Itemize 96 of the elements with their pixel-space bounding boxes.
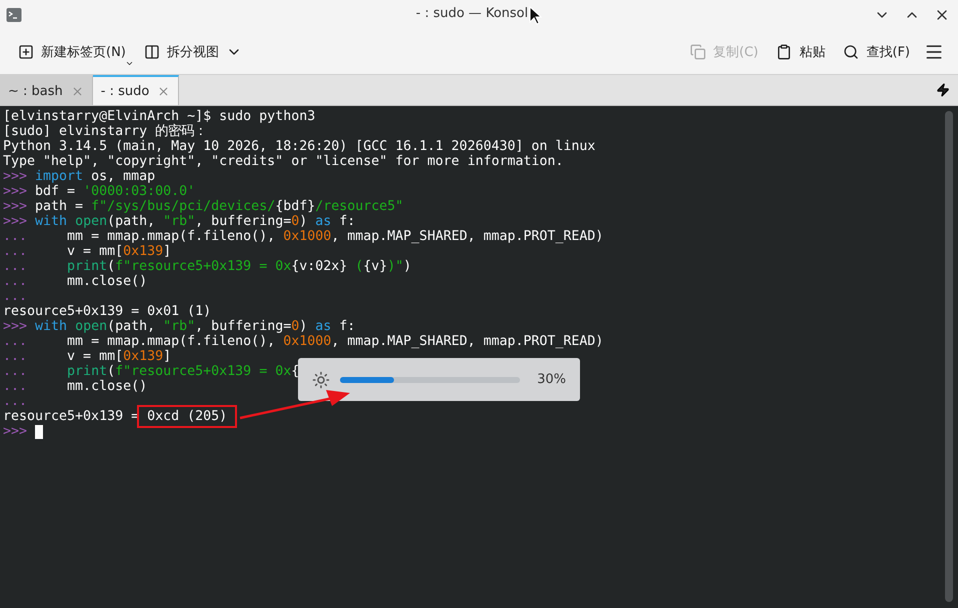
terminal-text: bdf = bbox=[35, 184, 76, 199]
terminal-text: '0000:03:00.0' bbox=[83, 184, 196, 199]
terminal-text: open bbox=[75, 319, 108, 334]
terminal-text: , mmap.MAP_SHARED, mmap.PROT_READ) bbox=[331, 334, 604, 349]
terminal-text: , buffering= bbox=[195, 319, 292, 334]
terminal-text: ) bbox=[299, 214, 308, 229]
terminal-text: f"resource5+0x139 = 0x bbox=[115, 364, 292, 379]
terminal-text: with bbox=[35, 214, 68, 229]
terminal-text: open bbox=[75, 214, 108, 229]
mouse-pointer-icon bbox=[529, 6, 542, 24]
terminal-text: >>> bbox=[3, 424, 28, 439]
terminal-text: ... bbox=[3, 349, 28, 364]
terminal-text: import bbox=[35, 169, 84, 184]
terminal-text: >>> bbox=[3, 319, 28, 334]
terminal-text: print bbox=[67, 259, 108, 274]
terminal-text: resource5+0x139 = 0x01 (1) bbox=[3, 304, 212, 319]
terminal-text: f: bbox=[338, 319, 356, 334]
terminal-text: , buffering= bbox=[195, 214, 292, 229]
caret-icon bbox=[124, 59, 134, 68]
terminal-text: >>> bbox=[3, 184, 28, 199]
terminal-text: ... bbox=[3, 379, 28, 394]
terminal-text: /resource5" bbox=[315, 199, 404, 214]
terminal-text: (path, bbox=[107, 214, 156, 229]
toolbar-button[interactable]: 拆分视图 bbox=[138, 38, 248, 66]
terminal-text: ( bbox=[107, 259, 116, 274]
copy-icon bbox=[690, 44, 706, 60]
terminal-text: [elvinstarry@ElvinArch ~]$ sudo python3 bbox=[3, 109, 316, 124]
window-title: - : sudo — Konsol bbox=[416, 6, 528, 20]
terminal-text: )" bbox=[387, 259, 404, 274]
terminal-text: ) bbox=[299, 319, 308, 334]
terminal-text: mm = mmap.mmap(f.fileno(), bbox=[67, 334, 276, 349]
terminal-text: ... bbox=[3, 334, 28, 349]
terminal-text: f"resource5+0x139 = 0x bbox=[115, 259, 292, 274]
split-view-icon bbox=[144, 44, 160, 60]
terminal-text: v = mm[ bbox=[67, 349, 124, 364]
terminal-text: [sudo] elvinstarry 的密码： bbox=[3, 124, 208, 139]
tab-label: - : sudo bbox=[100, 84, 150, 98]
terminal-text: print bbox=[67, 364, 108, 379]
terminal-text: { bbox=[291, 364, 300, 379]
search-icon bbox=[843, 44, 860, 60]
brightness-value: 30% bbox=[536, 372, 566, 387]
terminal-text: 0x139 bbox=[123, 244, 164, 259]
terminal-text: 0x1000 bbox=[283, 229, 332, 244]
terminal-text: {v} bbox=[363, 259, 388, 274]
terminal-text: as bbox=[315, 319, 332, 334]
plus-icon bbox=[18, 44, 34, 60]
lightning-icon[interactable] bbox=[936, 83, 950, 97]
scrollbar[interactable] bbox=[945, 111, 953, 602]
terminal-text: v = mm[ bbox=[67, 244, 124, 259]
terminal-text: mm.close() bbox=[67, 274, 148, 289]
terminal-text: (path, bbox=[107, 319, 156, 334]
text-cursor bbox=[35, 424, 44, 438]
terminal-text: os, mmap bbox=[90, 169, 156, 184]
terminal-text: 0x1000 bbox=[283, 334, 332, 349]
tab-label: ~ : bash bbox=[8, 84, 63, 98]
terminal-text: as bbox=[315, 214, 332, 229]
terminal-text: Type "help", "copyright", "credits" or "license" for more information. bbox=[3, 154, 564, 169]
terminal-text: {v:02x} bbox=[291, 259, 348, 274]
terminal-text: ( bbox=[354, 259, 364, 274]
close-tab-icon[interactable] bbox=[157, 84, 170, 98]
toolbar-button[interactable]: 新建标签页(N) bbox=[12, 38, 132, 66]
terminal-text: "rb" bbox=[163, 319, 196, 334]
terminal-text: f: bbox=[338, 214, 356, 229]
terminal-text: {bdf} bbox=[275, 199, 316, 214]
terminal-text: 0x139 bbox=[123, 349, 164, 364]
terminal-text: ) bbox=[403, 259, 412, 274]
terminal-text: Python 3.14.5 (main, May 10 2026, 18:26:20) [GCC 16.1.1 20260430] on linux bbox=[3, 139, 596, 154]
toolbar-button[interactable]: 粘贴 bbox=[770, 38, 832, 66]
terminal-text: ] bbox=[163, 244, 172, 259]
terminal-text: >>> bbox=[3, 214, 28, 229]
toolbar-button[interactable]: 查找(F) bbox=[837, 38, 916, 66]
terminal-text: 0 bbox=[291, 214, 300, 229]
terminal-text: ... bbox=[3, 259, 28, 274]
terminal-text: ( bbox=[107, 364, 116, 379]
terminal-text: "rb" bbox=[163, 214, 196, 229]
terminal-text: with bbox=[35, 319, 68, 334]
clipboard-icon bbox=[776, 44, 792, 60]
terminal-text: ... bbox=[3, 289, 28, 304]
terminal-text: 0 bbox=[291, 319, 300, 334]
terminal-text: ... bbox=[3, 394, 28, 409]
terminal-text: f"/sys/bus/pci/devices/ bbox=[91, 199, 276, 214]
terminal-text: >>> bbox=[3, 169, 28, 184]
terminal-text: path = bbox=[35, 199, 84, 214]
brightness-icon bbox=[312, 370, 330, 388]
terminal-tab[interactable]: - : sudo bbox=[92, 75, 180, 105]
terminal-text: >>> bbox=[3, 199, 28, 214]
terminal-text: ... bbox=[3, 229, 28, 244]
terminal-tab[interactable]: ~ : bash bbox=[0, 75, 93, 105]
terminal-text: ] bbox=[163, 349, 172, 364]
terminal-text: , mmap.MAP_SHARED, mmap.PROT_READ) bbox=[331, 229, 604, 244]
terminal-app-icon bbox=[6, 7, 22, 23]
terminal-text: ... bbox=[3, 244, 28, 259]
terminal-text: ... bbox=[3, 274, 28, 289]
terminal-text: mm.close() bbox=[67, 379, 148, 394]
terminal-text: mm = mmap.mmap(f.fileno(), bbox=[67, 229, 276, 244]
terminal-text: ... bbox=[3, 364, 28, 379]
